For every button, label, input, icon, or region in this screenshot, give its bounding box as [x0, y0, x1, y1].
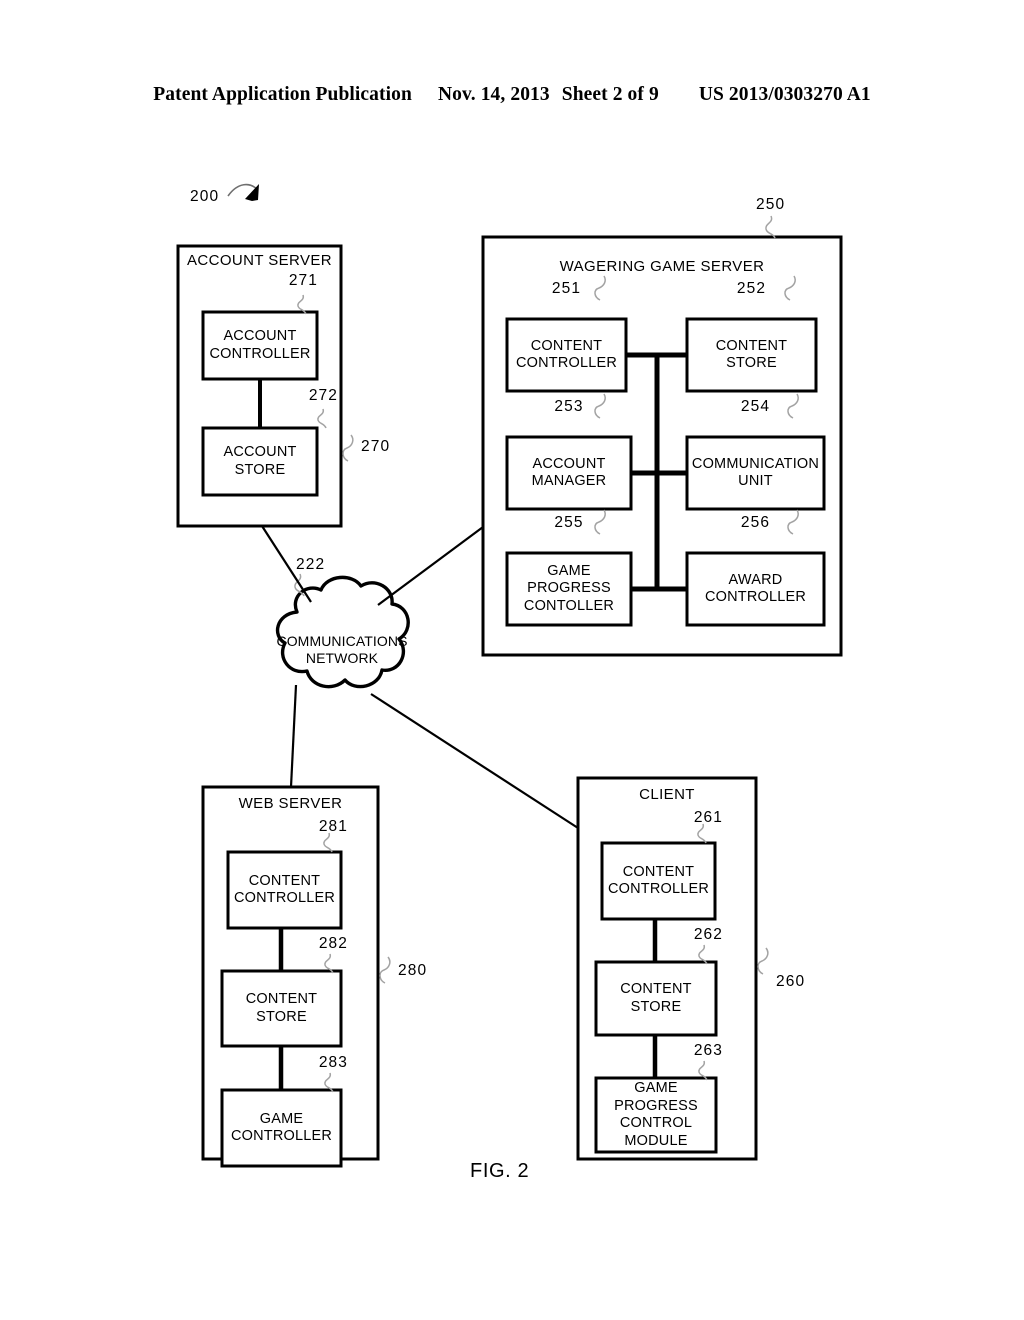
leader-272 [317, 408, 327, 429]
wgs-ref-254: 254 [740, 398, 771, 415]
leader-261 [697, 823, 707, 844]
client-content-controller-label: CONTENT CONTROLLER [607, 863, 710, 898]
link-network-to-web-server [289, 684, 298, 788]
link-network-to-client [370, 693, 579, 829]
account-server-ref-270: 270 [361, 438, 391, 455]
web-server-ref-280: 280 [398, 962, 428, 979]
wgs-game-progress-controller-label: GAME PROGRESS CONTOLLER [523, 562, 615, 614]
link-wagering-game-server-to-network [377, 526, 484, 606]
wgs-ref-252: 252 [736, 280, 767, 297]
system-ref-200: 200 [190, 188, 220, 205]
leader-280 [379, 956, 391, 984]
client-game-progress-control-module-label: GAME PROGRESS CONTROL MODULE [614, 1080, 698, 1149]
wgs-account-manager-label: ACCOUNT MANAGER [531, 455, 607, 490]
wgs-ref-255: 255 [554, 514, 584, 531]
leader-260 [757, 947, 769, 975]
client-ref-260: 260 [776, 973, 806, 990]
account-server-ref-271: 271 [288, 272, 318, 289]
wgs-award-controller-label: AWARD CONTROLLER [704, 571, 807, 606]
web-content-store-label: CONTENT STORE [245, 991, 318, 1025]
client-ref-261: 261 [693, 809, 723, 826]
web-game-controller-label: GAME CONTROLLER [230, 1110, 333, 1145]
web-server-ref-282: 282 [318, 935, 348, 952]
web-content-controller-label: CONTENT CONTROLLER [233, 872, 336, 907]
figure-caption: FIG. 2 [470, 1160, 530, 1182]
web-server-ref-283: 283 [318, 1054, 348, 1071]
client-ref-262: 262 [693, 926, 723, 943]
client-title: CLIENT [639, 786, 695, 803]
diagram-vector-layer [176, 183, 843, 1168]
communications-network-label: COMMUNICATIONS NETWORK [276, 633, 408, 666]
leader-281 [323, 832, 333, 853]
leader-270 [342, 434, 354, 462]
web-server-ref-281: 281 [318, 818, 348, 835]
communications-network-ref-222: 222 [296, 556, 326, 573]
client-content-store-label: CONTENT STORE [620, 981, 692, 1015]
account-server-ref-272: 272 [308, 387, 338, 404]
wgs-ref-253: 253 [554, 398, 584, 415]
wgs-communication-unit-label: COMMUNICATION UNIT [691, 455, 820, 490]
client-ref-263: 263 [693, 1042, 723, 1059]
leader-250 [765, 215, 776, 239]
wgs-content-controller-label: CONTENT CONTROLLER [515, 337, 618, 372]
wgs-ref-256: 256 [740, 514, 771, 531]
wgs-ref-251: 251 [551, 280, 582, 297]
web-server-title: WEB SERVER [238, 795, 343, 812]
wagering-game-server-ref-250: 250 [756, 196, 786, 213]
account-store-label: ACCOUNT STORE [223, 444, 297, 478]
wagering-game-server-title: WAGERING GAME SERVER [559, 258, 765, 275]
account-controller-label: ACCOUNT CONTROLLER [209, 328, 311, 362]
account-server-title: ACCOUNT SERVER [186, 252, 333, 269]
wgs-content-store-label: CONTENT STORE [715, 337, 788, 372]
figure-2-diagram: 200 ACCOUNT SERVER 271 272 270 ACCOUNT C… [0, 0, 1024, 1320]
